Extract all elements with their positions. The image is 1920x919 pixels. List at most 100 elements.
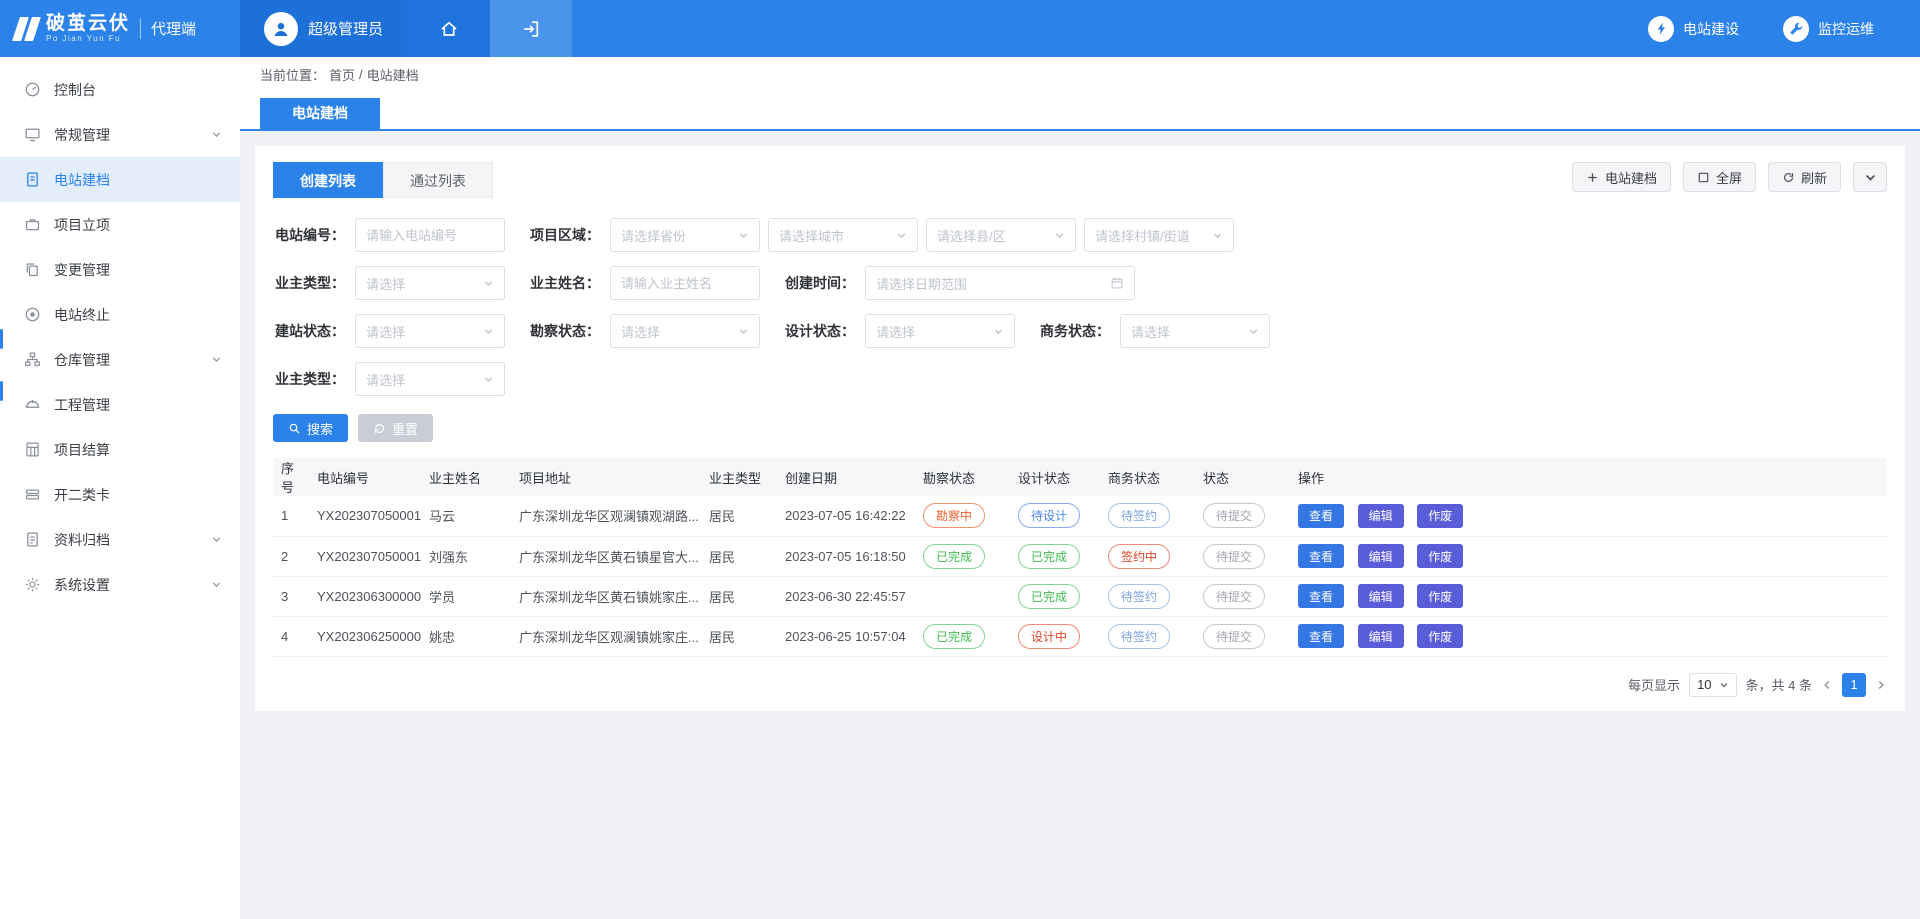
helmet-icon: [24, 396, 41, 413]
void-button[interactable]: 作废: [1417, 504, 1463, 528]
user-menu[interactable]: 超级管理员: [240, 0, 407, 57]
filter-form: 电站编号： 项目区域： 请选择省份 请选择城市 请选择县/区 请选择村镇/街道: [273, 218, 1887, 396]
home-icon: [439, 19, 459, 39]
sidebar-item-console[interactable]: 控制台: [0, 67, 240, 112]
user-name: 超级管理员: [308, 18, 383, 39]
chevron-down-icon: [896, 230, 907, 241]
design-status-badge: 已完成: [1018, 544, 1080, 569]
avatar: [264, 12, 298, 46]
prev-page-button[interactable]: [1821, 679, 1833, 691]
sidebar-item-station-filing[interactable]: 电站建档: [0, 157, 240, 202]
per-page-select[interactable]: 10: [1689, 673, 1736, 697]
chevron-down-icon: [1248, 326, 1259, 337]
chevron-down-icon: [211, 579, 222, 590]
business-status-badge: 签约中: [1108, 544, 1170, 569]
search-button[interactable]: 搜索: [273, 414, 348, 442]
sidebar-item-change-mgmt[interactable]: 变更管理: [0, 247, 240, 292]
briefcase-icon: [24, 216, 41, 233]
sidebar-item-type2-card[interactable]: 开二类卡: [0, 472, 240, 517]
document-icon: [24, 171, 41, 188]
view-button[interactable]: 查看: [1298, 544, 1344, 568]
plus-icon: [1586, 171, 1599, 184]
next-page-button[interactable]: [1875, 679, 1887, 691]
date-range-input[interactable]: 请选择日期范围: [865, 266, 1135, 300]
sitemap-icon: [24, 351, 41, 368]
refresh-button[interactable]: 刷新: [1768, 162, 1841, 192]
sidebar-item-system-settings[interactable]: 系统设置: [0, 562, 240, 607]
page-tab-bar: 电站建档: [240, 91, 1920, 131]
sidebar-item-data-archive[interactable]: 资料归档: [0, 517, 240, 562]
sidebar-item-engineering-mgmt[interactable]: 工程管理: [0, 382, 240, 427]
content-card: 创建列表 通过列表 电站建档 全屏 刷新: [255, 146, 1905, 711]
toolbar: 电站建档 全屏 刷新: [1572, 162, 1887, 192]
stop-circle-icon: [24, 306, 41, 323]
sidebar-item-project-initiation[interactable]: 项目立项: [0, 202, 240, 247]
status-badge: 待提交: [1203, 503, 1265, 528]
logout-button[interactable]: [490, 0, 572, 57]
void-button[interactable]: 作废: [1417, 624, 1463, 648]
chevron-down-icon: [738, 230, 749, 241]
station-table: 序号电站编号业主姓名项目地址业主类型创建日期勘察状态设计状态商务状态状态操作 1…: [273, 458, 1887, 657]
design-status-badge: 待设计: [1018, 503, 1080, 528]
sidebar-item-warehouse-mgmt[interactable]: 仓库管理: [0, 337, 240, 382]
build-status-select[interactable]: 请选择: [355, 314, 505, 348]
station-code-input[interactable]: [355, 218, 505, 252]
content-area: 创建列表 通过列表 电站建档 全屏 刷新: [240, 131, 1920, 919]
sidebar-scrollbar-mark[interactable]: [0, 329, 3, 349]
tab-passed-list[interactable]: 通过列表: [383, 162, 493, 198]
province-select[interactable]: 请选择省份: [610, 218, 760, 252]
edit-button[interactable]: 编辑: [1358, 584, 1404, 608]
view-button[interactable]: 查看: [1298, 504, 1344, 528]
reset-button[interactable]: 重置: [358, 414, 433, 442]
collapse-button[interactable]: [1853, 162, 1887, 192]
breadcrumb-prefix: 当前位置：: [260, 65, 325, 84]
void-button[interactable]: 作废: [1417, 584, 1463, 608]
breadcrumb-separator: /: [359, 67, 363, 82]
owner-name-input[interactable]: [610, 266, 760, 300]
survey-status-select[interactable]: 请选择: [610, 314, 760, 348]
business-status-select[interactable]: 请选择: [1120, 314, 1270, 348]
home-button[interactable]: [407, 0, 490, 57]
town-select[interactable]: 请选择村镇/街道: [1084, 218, 1234, 252]
county-select[interactable]: 请选择县/区: [926, 218, 1076, 252]
business-status-badge: 待签约: [1108, 584, 1170, 609]
edit-button[interactable]: 编辑: [1358, 624, 1404, 648]
sidebar-scrollbar-mark[interactable]: [0, 381, 3, 401]
view-button[interactable]: 查看: [1298, 584, 1344, 608]
status-badge: 待提交: [1203, 624, 1265, 649]
design-status-select[interactable]: 请选择: [865, 314, 1015, 348]
edit-button[interactable]: 编辑: [1358, 544, 1404, 568]
view-button[interactable]: 查看: [1298, 624, 1344, 648]
design-status-badge: 设计中: [1018, 624, 1080, 649]
breadcrumb-home-link[interactable]: 首页: [329, 65, 355, 84]
nav-station-build[interactable]: 电站建设: [1648, 16, 1739, 42]
table-header: 序号电站编号业主姓名项目地址业主类型创建日期勘察状态设计状态商务状态状态操作: [273, 458, 1887, 496]
calendar-icon: [1110, 276, 1124, 290]
chevron-down-icon: [1212, 230, 1223, 241]
business-status-badge: 待签约: [1108, 503, 1170, 528]
city-select[interactable]: 请选择城市: [768, 218, 918, 252]
owner-type-select-2[interactable]: 请选择: [355, 362, 505, 396]
sidebar-item-station-termination[interactable]: 电站终止: [0, 292, 240, 337]
fullscreen-button[interactable]: 全屏: [1683, 162, 1756, 192]
table-row: 4 YX2023062500004 姚忠 广东深圳龙华区观澜镇姚家庄... 居民…: [273, 616, 1887, 656]
chevron-down-icon: [211, 354, 222, 365]
search-action-bar: 搜索 重置: [273, 414, 1887, 442]
status-badge: 待提交: [1203, 544, 1265, 569]
add-station-button[interactable]: 电站建档: [1572, 162, 1671, 192]
page-tab-station-filing[interactable]: 电站建档: [260, 98, 380, 129]
owner-type-select-1[interactable]: 请选择: [355, 266, 505, 300]
header-right-nav: 电站建设 监控运维: [1648, 0, 1920, 57]
edit-button[interactable]: 编辑: [1358, 504, 1404, 528]
chevron-down-icon: [993, 326, 1004, 337]
sidebar-item-project-settlement[interactable]: 项目结算: [0, 427, 240, 472]
filter-region: 项目区域： 请选择省份 请选择城市 请选择县/区 请选择村镇/街道: [528, 218, 1234, 252]
refresh-icon: [1782, 171, 1795, 184]
breadcrumb: 当前位置： 首页 / 电站建档: [240, 57, 1920, 91]
tab-create-list[interactable]: 创建列表: [273, 162, 383, 198]
page-number-1[interactable]: 1: [1842, 673, 1866, 697]
nav-monitor-ops[interactable]: 监控运维: [1783, 16, 1874, 42]
sidebar-item-general-mgmt[interactable]: 常规管理: [0, 112, 240, 157]
dashboard-icon: [24, 81, 41, 98]
void-button[interactable]: 作废: [1417, 544, 1463, 568]
